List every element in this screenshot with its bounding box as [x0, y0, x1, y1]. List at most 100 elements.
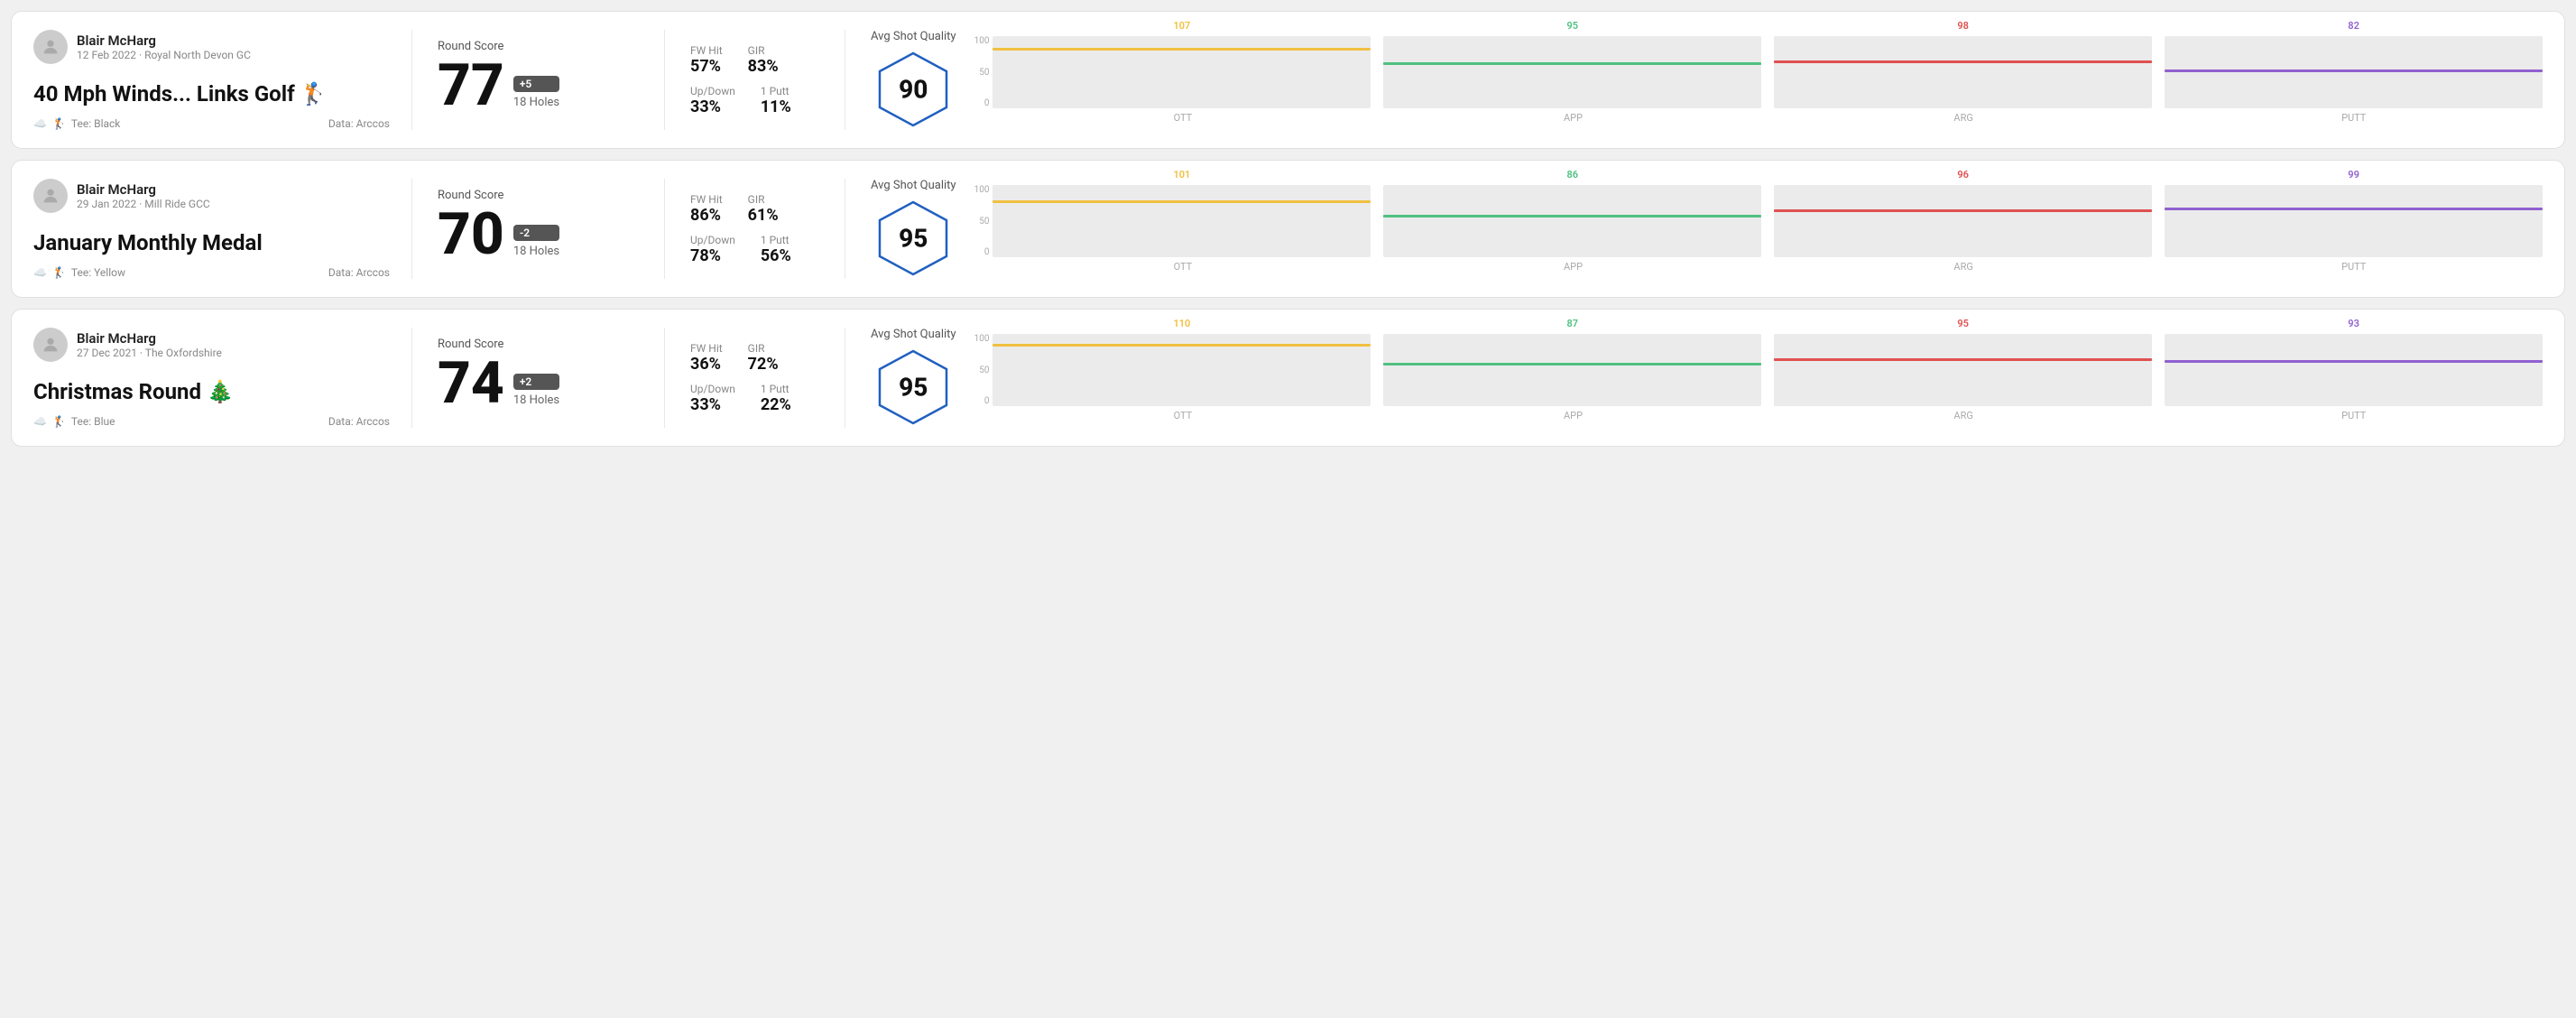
holes-label: 18 Holes [513, 96, 559, 109]
user-info: Blair McHarg12 Feb 2022 · Royal North De… [33, 30, 390, 64]
up-down-label: Up/Down [690, 383, 735, 395]
up-down-value: 78% [690, 246, 735, 265]
up-down-stat: Up/Down33% [690, 383, 735, 414]
up-down-stat: Up/Down33% [690, 85, 735, 116]
stats-row-2: Up/Down33% 1 Putt22% [690, 383, 819, 414]
gir-value: 72% [748, 355, 779, 374]
right-section: Avg Shot Quality 95 100500101869699OTTAP… [845, 179, 2543, 279]
data-source: Data: Arccos [328, 266, 390, 279]
bar-chart-container: 100500107959882OTTAPPARGPUTT [974, 36, 2543, 124]
user-name: Blair McHarg [77, 181, 210, 198]
x-label-arg: ARG [1775, 261, 2153, 273]
score-badge-col: -218 Holes [513, 225, 559, 264]
gir-label: GIR [748, 342, 779, 355]
x-label-putt: PUTT [2165, 261, 2543, 273]
left-section: Blair McHarg12 Feb 2022 · Royal North De… [33, 30, 412, 130]
one-putt-value: 22% [761, 395, 791, 414]
bar-background [2165, 185, 2543, 257]
bar-background [1383, 185, 1761, 257]
bar-background [1383, 36, 1761, 108]
bar-top-label: 107 [1173, 20, 1190, 32]
up-down-value: 33% [690, 97, 735, 116]
fw-hit-stat: FW Hit57% [690, 44, 723, 76]
up-down-value: 33% [690, 395, 735, 414]
bar-col-arg: 98 [1774, 36, 2152, 108]
bar-colored-mark [1383, 62, 1761, 65]
score-badge-col: +518 Holes [513, 76, 559, 115]
bar-col-putt: 93 [2165, 334, 2543, 406]
bar-colored-mark [2165, 360, 2543, 363]
gir-value: 83% [748, 57, 779, 76]
round-card-1: Blair McHarg12 Feb 2022 · Royal North De… [11, 11, 2565, 149]
score-row: 74+218 Holes [438, 355, 639, 412]
fw-hit-label: FW Hit [690, 193, 723, 206]
round-title: 40 Mph Winds... Links Golf 🏌 [33, 81, 390, 106]
up-down-label: Up/Down [690, 234, 735, 246]
bar-background [1774, 334, 2152, 406]
hex-score: 90 [899, 75, 928, 105]
round-meta: 27 Dec 2021 · The Oxfordshire [77, 347, 222, 359]
bar-colored-mark [1774, 358, 2152, 361]
bar-top-label: 82 [2348, 20, 2359, 32]
one-putt-stat: 1 Putt22% [761, 383, 791, 414]
tee-label: Tee: Blue [71, 415, 115, 428]
score-number: 74 [438, 355, 504, 412]
bar-colored-mark [2165, 208, 2543, 210]
x-label-arg: ARG [1775, 112, 2153, 124]
bar-top-label: 96 [1957, 169, 1969, 180]
x-label-putt: PUTT [2165, 410, 2543, 421]
bag-icon: 🏌 [52, 266, 66, 279]
x-label-app: APP [1384, 112, 1762, 124]
score-number: 70 [438, 206, 504, 264]
user-details: Blair McHarg27 Dec 2021 · The Oxfordshir… [77, 330, 222, 359]
stats-row-2: Up/Down78%1 Putt56% [690, 234, 819, 265]
x-label-app: APP [1384, 410, 1762, 421]
tee-info: ☁️🏌Tee: Yellow [33, 266, 125, 279]
weather-icon: ☁️ [33, 266, 47, 279]
bar-col-ott: 110 [993, 334, 1371, 406]
stats-row-1: FW Hit36%GIR72% [690, 342, 819, 374]
bar-top-label: 86 [1567, 169, 1579, 180]
bar-col-ott: 101 [993, 185, 1371, 257]
score-number: 77 [438, 57, 504, 115]
bar-background [2165, 36, 2543, 108]
bar-chart-container: 100500110879593 OTT APP ARG PUTT [974, 334, 2543, 421]
one-putt-value: 56% [761, 246, 791, 265]
y-axis: 100500 [974, 334, 990, 406]
right-section: Avg Shot Quality 90 100500107959882OTTAP… [845, 30, 2543, 130]
bar-top-label: 101 [1173, 169, 1190, 180]
avg-quality-label: Avg Shot Quality [871, 179, 956, 192]
x-label-ott: OTT [994, 410, 1372, 421]
x-label-ott: OTT [994, 112, 1372, 124]
fw-hit-stat: FW Hit86% [690, 193, 723, 225]
bar-col-app: 95 [1383, 36, 1761, 108]
bars-row: 110879593 [993, 334, 2543, 406]
fw-hit-value: 57% [690, 57, 723, 76]
round-title: Christmas Round 🎄 [33, 379, 390, 404]
stats-section: FW Hit57%GIR83%Up/Down33%1 Putt11% [665, 30, 845, 130]
left-section: Blair McHarg29 Jan 2022 · Mill Ride GCCJ… [33, 179, 412, 279]
score-diff-badge: -2 [513, 225, 559, 241]
bar-top-label: 95 [1567, 20, 1579, 32]
round-card-3: Blair McHarg27 Dec 2021 · The Oxfordshir… [11, 309, 2565, 447]
right-section: Avg Shot Quality 95 100500110879593OTTAP… [845, 328, 2543, 428]
bars-row: 107959882 [993, 36, 2543, 108]
user-info: Blair McHarg27 Dec 2021 · The Oxfordshir… [33, 328, 390, 362]
bar-col-arg: 96 [1774, 185, 2152, 257]
bar-colored-mark [1383, 215, 1761, 217]
holes-label: 18 Holes [513, 393, 559, 407]
x-label-putt: PUTT [2165, 112, 2543, 124]
data-source: Data: Arccos [328, 117, 390, 130]
tee-info: ☁️🏌Tee: Black [33, 117, 120, 130]
avg-quality-label: Avg Shot Quality [871, 328, 956, 341]
fw-hit-label: FW Hit [690, 44, 723, 57]
tee-info: ☁️🏌Tee: Blue [33, 415, 115, 428]
x-label-arg: ARG [1775, 410, 2153, 421]
gir-label: GIR [748, 193, 779, 206]
fw-hit-value: 36% [690, 355, 723, 374]
hexagon-container: 90 [873, 49, 954, 130]
stats-section: FW Hit36%GIR72%Up/Down33%1 Putt22% [665, 328, 845, 428]
bars-row: 101869699 [993, 185, 2543, 257]
bar-col-app: 87 [1383, 334, 1761, 406]
weather-icon: ☁️ [33, 415, 47, 428]
